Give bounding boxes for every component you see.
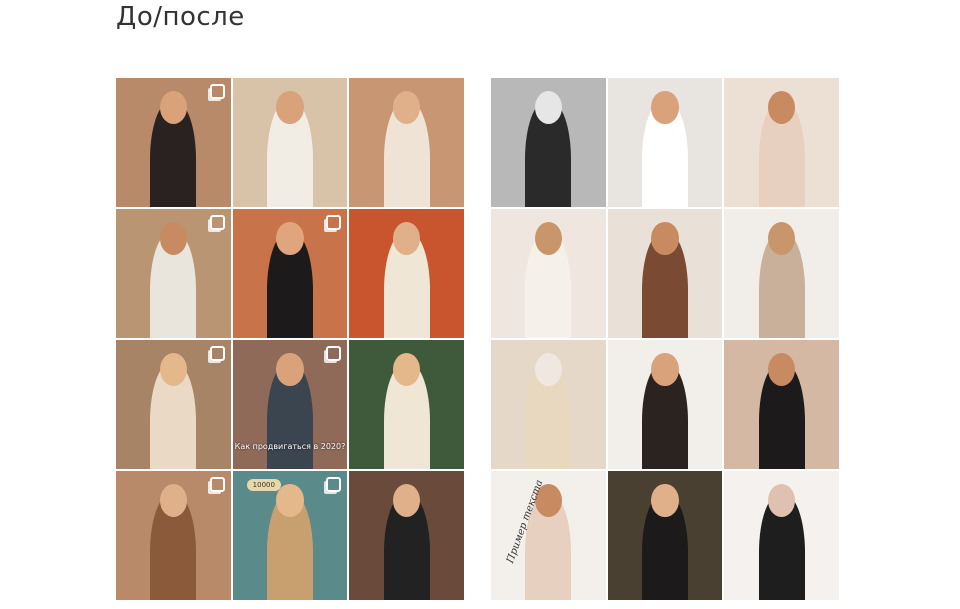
after-photo-tile[interactable] xyxy=(724,471,839,600)
carousel-icon xyxy=(326,346,342,361)
after-photo-tile[interactable] xyxy=(607,471,723,600)
carousel-icon xyxy=(326,215,342,230)
before-photo-tile[interactable] xyxy=(349,209,464,338)
before-photo-tile[interactable] xyxy=(116,340,231,469)
photo-badge: 10000 xyxy=(246,479,281,491)
after-photo-tile[interactable] xyxy=(607,78,723,207)
after-photo-tile[interactable] xyxy=(491,209,606,338)
before-photo-tile[interactable] xyxy=(349,340,464,469)
photo-subject-head xyxy=(276,90,304,125)
after-photo-tile[interactable] xyxy=(724,209,839,338)
photo-subject-head xyxy=(276,483,304,518)
before-photo-tile[interactable] xyxy=(232,209,348,338)
before-photo-tile[interactable] xyxy=(116,209,231,338)
photo-subject-head xyxy=(651,352,679,387)
after-photo-tile[interactable] xyxy=(491,340,606,469)
after-photo-tile[interactable] xyxy=(607,340,723,469)
before-photo-tile[interactable] xyxy=(116,471,231,600)
carousel-icon xyxy=(209,84,225,99)
after-photo-tile[interactable] xyxy=(607,209,723,338)
photo-subject-head xyxy=(276,352,304,387)
photo-subject-head xyxy=(276,221,304,256)
after-photo-grid: Пример текста xyxy=(491,78,839,600)
carousel-icon xyxy=(326,477,342,492)
photo-subject-head xyxy=(651,221,679,256)
photo-subject-head xyxy=(651,90,679,125)
before-photo-tile[interactable] xyxy=(349,78,464,207)
before-photo-tile[interactable] xyxy=(116,78,231,207)
carousel-icon xyxy=(209,215,225,230)
after-photo-tile[interactable] xyxy=(724,340,839,469)
before-photo-tile[interactable]: 10000 xyxy=(232,471,348,600)
photo-caption: Как продвигаться в 2020? xyxy=(234,442,346,451)
carousel-icon xyxy=(209,477,225,492)
after-photo-tile[interactable] xyxy=(491,78,606,207)
section-title: До/после xyxy=(116,2,245,32)
before-photo-tile[interactable]: Как продвигаться в 2020? xyxy=(232,340,348,469)
after-photo-tile[interactable] xyxy=(724,78,839,207)
before-photo-tile[interactable] xyxy=(349,471,464,600)
after-photo-tile[interactable]: Пример текста xyxy=(491,471,606,600)
before-photo-grid: Как продвигаться в 2020? 10000 xyxy=(116,78,464,600)
photo-subject-head xyxy=(651,483,679,518)
before-photo-tile[interactable] xyxy=(232,78,348,207)
carousel-icon xyxy=(209,346,225,361)
